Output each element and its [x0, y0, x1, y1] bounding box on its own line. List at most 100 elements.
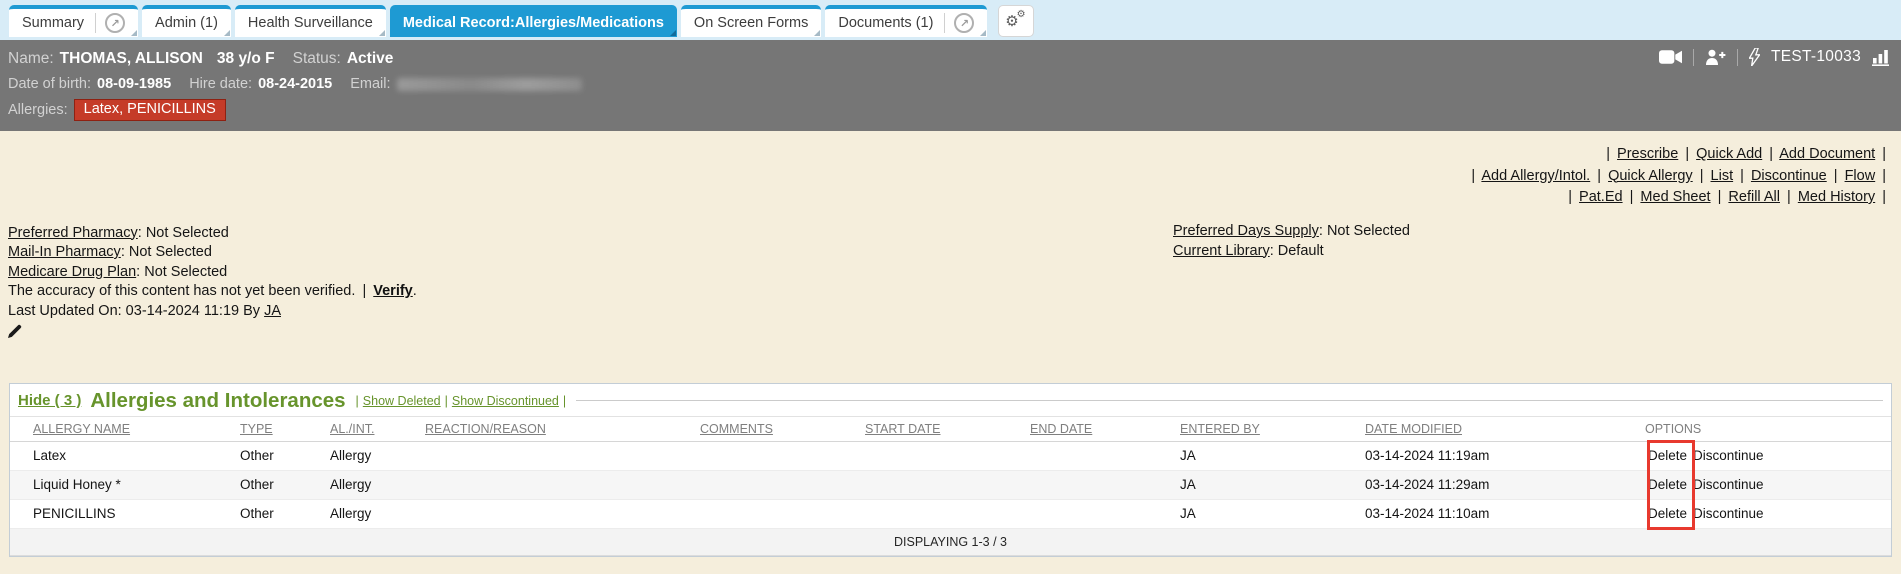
- name-label: Name:: [8, 50, 54, 68]
- cell-type: Other: [240, 506, 330, 521]
- tab-admin-label: Admin (1): [155, 15, 218, 31]
- table-footer: DISPLAYING 1-3 / 3: [10, 529, 1891, 556]
- delete-link[interactable]: Delete: [1648, 506, 1687, 521]
- hide-toggle-link[interactable]: Hide ( 3 ): [18, 392, 81, 409]
- dob-value: 08-09-1985: [97, 76, 171, 92]
- cell-entered-by: JA: [1180, 506, 1365, 521]
- tab-admin[interactable]: Admin (1): [142, 5, 231, 37]
- app-window: Summary ↗ Admin (1) Health Surveillance …: [0, 0, 1901, 574]
- open-external-icon[interactable]: ↗: [105, 13, 125, 33]
- med-history-link[interactable]: Med History: [1798, 189, 1875, 205]
- current-library-value: Default: [1278, 243, 1324, 259]
- refill-all-link[interactable]: Refill All: [1728, 189, 1780, 205]
- quick-add-link[interactable]: Quick Add: [1696, 146, 1762, 162]
- list-link[interactable]: List: [1711, 168, 1734, 184]
- discontinue-link[interactable]: Discontinue: [1751, 168, 1827, 184]
- pipe-separator: |: [1606, 146, 1610, 162]
- verify-notice-text: The accuracy of this content has not yet…: [8, 283, 355, 299]
- current-library-line: Current Library: Default: [1173, 242, 1410, 262]
- tab-medical-record-label: Medical Record:Allergies/Medications: [403, 15, 664, 31]
- discontinue-link[interactable]: Discontinue: [1693, 477, 1764, 492]
- pipe-separator: |: [1718, 189, 1722, 205]
- tab-health-surveillance[interactable]: Health Surveillance: [235, 5, 386, 37]
- cell-al-int: Allergy: [330, 448, 425, 463]
- tab-bar: Summary ↗ Admin (1) Health Surveillance …: [0, 0, 1901, 40]
- verify-suffix: .: [413, 283, 417, 299]
- pipe-separator: |: [445, 394, 448, 408]
- col-al-int[interactable]: AL./INT.: [330, 422, 425, 436]
- add-allergy-intol-link[interactable]: Add Allergy/Intol.: [1481, 168, 1590, 184]
- patient-name-row: Name: THOMAS, ALLISON 38 y/o F Status: A…: [8, 45, 1893, 72]
- add-person-icon[interactable]: [1705, 49, 1726, 65]
- supply-info: Preferred Days Supply: Not Selected Curr…: [1173, 222, 1410, 261]
- last-updated-line: Last Updated On: 03-14-2024 11:19 By JA: [8, 302, 720, 322]
- show-deleted-link[interactable]: Show Deleted: [363, 394, 441, 408]
- pipe-separator: |: [1787, 189, 1791, 205]
- medicare-drug-plan-link[interactable]: Medicare Drug Plan: [8, 264, 136, 280]
- col-allergy-name[interactable]: ALLERGY NAME: [33, 422, 240, 436]
- colon: :: [138, 225, 142, 241]
- pat-ed-link[interactable]: Pat.Ed: [1579, 189, 1623, 205]
- col-end-date[interactable]: END DATE: [1030, 422, 1180, 436]
- mail-in-pharmacy-link[interactable]: Mail-In Pharmacy: [8, 244, 121, 260]
- action-links-row-3: | Pat.Ed | Med Sheet | Refill All | Med …: [12, 187, 1889, 209]
- patient-header: Name: THOMAS, ALLISON 38 y/o F Status: A…: [0, 40, 1901, 131]
- col-date-modified[interactable]: DATE MODIFIED: [1365, 422, 1645, 436]
- pipe-separator: |: [1769, 146, 1773, 162]
- delete-link[interactable]: Delete: [1648, 448, 1687, 463]
- content-area: | Prescribe | Quick Add | Add Document |…: [0, 131, 1901, 574]
- patient-details-row: Date of birth: 08-09-1985 Hire date: 08-…: [8, 72, 1893, 96]
- preferred-days-supply-value: Not Selected: [1327, 223, 1410, 239]
- tab-documents[interactable]: Documents (1) ↗: [825, 5, 987, 37]
- patient-age-sex: 38 y/o F: [217, 50, 275, 68]
- action-links-row-2: | Add Allergy/Intol. | Quick Allergy | L…: [12, 166, 1889, 188]
- lightning-bolt-icon[interactable]: [1749, 48, 1760, 66]
- med-sheet-link[interactable]: Med Sheet: [1640, 189, 1710, 205]
- cell-date-modified: 03-14-2024 11:10am: [1365, 506, 1645, 521]
- preferred-days-supply-line: Preferred Days Supply: Not Selected: [1173, 222, 1410, 242]
- allergies-panel-title: Allergies and Intolerances: [90, 389, 345, 413]
- tab-on-screen-forms[interactable]: On Screen Forms: [681, 5, 821, 37]
- icon-divider: [1737, 49, 1738, 66]
- tab-medical-record-allergies-medications[interactable]: Medical Record:Allergies/Medications: [390, 5, 677, 37]
- add-document-link[interactable]: Add Document: [1779, 146, 1875, 162]
- video-camera-icon[interactable]: [1659, 50, 1682, 64]
- open-external-icon[interactable]: ↗: [954, 13, 974, 33]
- col-type[interactable]: TYPE: [240, 422, 330, 436]
- col-reaction-reason[interactable]: REACTION/REASON: [425, 422, 700, 436]
- preferred-pharmacy-link[interactable]: Preferred Pharmacy: [8, 225, 138, 241]
- table-row-liquid-honey: Liquid Honey * Other Allergy JA 03-14-20…: [10, 471, 1891, 500]
- discontinue-link[interactable]: Discontinue: [1693, 506, 1764, 521]
- last-updated-by-link[interactable]: JA: [264, 303, 281, 319]
- show-discontinued-link[interactable]: Show Discontinued: [452, 394, 559, 408]
- quick-allergy-link[interactable]: Quick Allergy: [1608, 168, 1693, 184]
- pipe-separator: |: [1471, 168, 1475, 184]
- cell-options: Delete Discontinue: [1645, 506, 1891, 521]
- tab-summary[interactable]: Summary ↗: [9, 5, 138, 37]
- preferred-days-supply-link[interactable]: Preferred Days Supply: [1173, 223, 1319, 239]
- col-entered-by[interactable]: ENTERED BY: [1180, 422, 1365, 436]
- current-library-link[interactable]: Current Library: [1173, 243, 1270, 259]
- prescribe-link[interactable]: Prescribe: [1617, 146, 1678, 162]
- col-comments[interactable]: COMMENTS: [700, 422, 865, 436]
- discontinue-link[interactable]: Discontinue: [1693, 448, 1764, 463]
- delete-link[interactable]: Delete: [1648, 477, 1687, 492]
- bar-chart-icon[interactable]: [1872, 49, 1891, 66]
- action-links: | Prescribe | Quick Add | Add Document |…: [0, 131, 1901, 209]
- settings-button[interactable]: ⚙ ⚙: [998, 5, 1034, 37]
- pipe-separator: |: [1740, 168, 1744, 184]
- pipe-separator: |: [1568, 189, 1572, 205]
- cell-options: Delete Discontinue: [1645, 477, 1891, 492]
- email-label: Email:: [350, 76, 390, 92]
- pipe-separator: |: [356, 394, 359, 408]
- tab-documents-label: Documents (1): [838, 15, 933, 31]
- pipe-separator: |: [1700, 168, 1704, 184]
- col-start-date[interactable]: START DATE: [865, 422, 1030, 436]
- action-links-row-1: | Prescribe | Quick Add | Add Document |: [12, 144, 1889, 166]
- table-row-penicillins: PENICILLINS Other Allergy JA 03-14-2024 …: [10, 500, 1891, 529]
- flow-link[interactable]: Flow: [1845, 168, 1876, 184]
- verify-link[interactable]: Verify: [373, 283, 413, 299]
- icon-divider: [1693, 49, 1694, 66]
- edit-pencil-icon[interactable]: [8, 324, 22, 345]
- cell-entered-by: JA: [1180, 477, 1365, 492]
